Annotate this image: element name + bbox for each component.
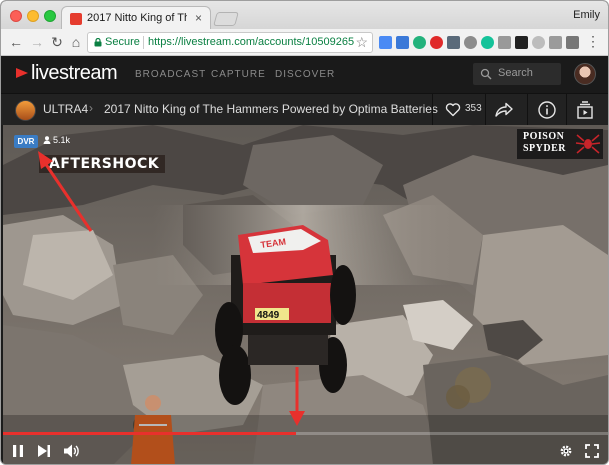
emoji-icon[interactable] <box>532 36 545 49</box>
user-avatar[interactable] <box>574 63 596 85</box>
back-button[interactable]: ← <box>7 33 25 51</box>
channel-avatar[interactable] <box>15 100 36 121</box>
pause-icon[interactable] <box>11 444 25 458</box>
extension-icon[interactable] <box>498 36 511 49</box>
pinterest-icon[interactable] <box>430 36 443 49</box>
ext-gray-icon[interactable] <box>549 36 562 49</box>
skip-next-icon[interactable] <box>37 444 51 458</box>
minimize-window-button[interactable] <box>27 10 39 22</box>
reload-button[interactable]: ↻ <box>48 33 66 51</box>
profile-name[interactable]: Emily <box>573 9 600 21</box>
nav-broadcast[interactable]: BROADCAST <box>135 69 206 80</box>
ghostery-icon[interactable] <box>447 36 460 49</box>
spider-icon <box>575 134 601 154</box>
sponsor-line-1: POISON <box>523 131 565 142</box>
volume-icon[interactable] <box>63 443 79 459</box>
site-header: livestream BROADCAST CAPTURE DISCOVER Se… <box>1 56 608 93</box>
bookmark-star-icon[interactable]: ☆ <box>355 34 368 51</box>
video-player[interactable]: TEAM 4849 DVR 5.1k AFTERSHOCK POISON SPY… <box>3 125 608 464</box>
overlay-title: AFTERSHOCK <box>39 155 166 173</box>
viewer-count-value: 5.1k <box>53 135 71 145</box>
maximize-window-button[interactable] <box>44 10 56 22</box>
url-separator <box>143 36 144 49</box>
sponsor-logo: POISON SPYDER <box>517 129 603 159</box>
browser-toolbar: ← → ↻ ⌂ Secure https://livestream.com/ac… <box>1 29 608 56</box>
search-input[interactable]: Search <box>473 63 561 85</box>
address-bar[interactable]: Secure https://livestream.com/accounts/1… <box>87 32 373 53</box>
breadcrumb-chevron-icon: › <box>89 101 93 115</box>
share-icon[interactable] <box>493 100 515 120</box>
docs-icon[interactable] <box>379 36 392 49</box>
browser-menu-button[interactable]: ⋮ <box>586 33 600 50</box>
settings-gear-icon[interactable] <box>559 444 573 458</box>
dvr-badge[interactable]: DVR <box>14 135 38 148</box>
search-icon <box>480 68 492 80</box>
divider <box>566 94 567 126</box>
livestream-logo-icon[interactable] <box>15 66 29 80</box>
tab-strip: 2017 Nitto King of The Hammers × Emily <box>1 1 608 30</box>
lock-icon <box>94 38 102 47</box>
search-placeholder: Search <box>498 67 533 79</box>
event-title: 2017 Nitto King of The Hammers Powered b… <box>104 102 438 116</box>
off-icon[interactable] <box>396 36 409 49</box>
site-logo[interactable]: livestream <box>31 62 118 85</box>
like-button[interactable]: 353 <box>441 100 482 120</box>
like-count: 353 <box>465 103 482 114</box>
new-tab-button[interactable] <box>213 12 239 26</box>
nav-capture[interactable]: CAPTURE <box>211 69 266 80</box>
grammarly-icon[interactable] <box>481 36 494 49</box>
tab-close-icon[interactable]: × <box>195 11 202 25</box>
home-button[interactable]: ⌂ <box>67 33 85 51</box>
honey-icon[interactable] <box>413 36 426 49</box>
tab-icon[interactable] <box>566 36 579 49</box>
viewer-count: 5.1k <box>43 135 70 145</box>
heart-icon <box>445 103 461 117</box>
shield-icon[interactable] <box>464 36 477 49</box>
info-icon[interactable] <box>537 100 557 120</box>
progress-bar[interactable] <box>3 432 608 435</box>
nav-discover[interactable]: DISCOVER <box>275 69 335 80</box>
secure-label: Secure <box>105 36 140 48</box>
car-number: 4849 <box>257 310 280 321</box>
browser-window: 2017 Nitto King of The Hammers × Emily ←… <box>0 0 609 465</box>
close-window-button[interactable] <box>10 10 22 22</box>
divider <box>432 94 433 126</box>
channel-name-link[interactable]: ULTRA4 <box>43 102 88 116</box>
video-frame: TEAM 4849 <box>3 125 608 464</box>
playlist-icon[interactable] <box>575 100 595 120</box>
fullscreen-icon[interactable] <box>585 444 599 458</box>
amazon-icon[interactable] <box>515 36 528 49</box>
browser-tab-active[interactable]: 2017 Nitto King of The Hammers × <box>61 6 211 30</box>
tab-title: 2017 Nitto King of The Hammers <box>87 12 187 24</box>
sponsor-line-2: SPYDER <box>523 143 567 154</box>
livestream-favicon-icon <box>70 13 82 25</box>
divider <box>485 94 486 126</box>
divider <box>527 94 528 126</box>
viewer-icon <box>43 136 51 144</box>
forward-button[interactable]: → <box>28 33 46 51</box>
event-bar: ULTRA4 › 2017 Nitto King of The Hammers … <box>1 93 608 126</box>
progress-fill <box>3 432 297 435</box>
url-text[interactable]: https://livestream.com/accounts/10509265… <box>148 36 354 48</box>
